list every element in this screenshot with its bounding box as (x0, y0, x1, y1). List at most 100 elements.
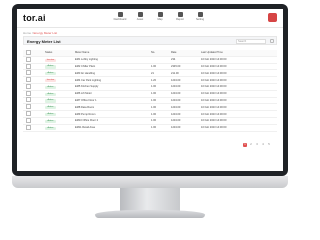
rate-cell: 1234.00 (171, 92, 181, 96)
page-button[interactable]: 1 (243, 143, 247, 147)
row-select-cell[interactable] (23, 63, 45, 70)
search-input[interactable]: Search (236, 38, 266, 44)
nav-item-asset[interactable]: Asset (133, 12, 147, 21)
table-row[interactable]: Active EM7 Office Floor 1 1.00 1234.00 10 Fe… (23, 97, 277, 105)
table-row[interactable]: Active EM9 Pump Room 1.00 1234.00 10 Feb 202… (23, 111, 277, 118)
status-cell: Active (45, 92, 75, 96)
rate-cell: 1234.00 (171, 78, 181, 82)
row-select-cell[interactable] (23, 77, 45, 83)
page-button[interactable]: 4 (261, 143, 265, 147)
table-row[interactable]: Active EM5 Kitchen Supply 1.00 1234.00 10 Fe… (23, 83, 277, 91)
table-row[interactable]: Active EM8 Data Room 1.00 1234.00 10 Feb 202… (23, 104, 277, 112)
row-checkbox[interactable] (26, 70, 31, 76)
rate-cell: 211.00 (171, 71, 179, 75)
row-select-cell[interactable] (23, 56, 45, 63)
rate-cell: 1234.00 (171, 98, 181, 102)
breadcrumb-home[interactable]: Home (23, 31, 31, 35)
nav-label: Asset (136, 18, 144, 21)
row-checkbox[interactable] (26, 117, 31, 123)
status-cell: Active (45, 119, 75, 123)
row-checkbox[interactable] (26, 83, 31, 89)
number-cell: 1.00 (151, 119, 157, 123)
meter-name-cell: EM1 Lobby Lighting (75, 58, 98, 62)
meter-name-cell: EM2 Chiller Plant (75, 64, 96, 68)
nav-item-map[interactable]: Map (153, 12, 167, 21)
page-button[interactable]: 2 (249, 143, 253, 147)
row-checkbox[interactable] (26, 104, 31, 110)
app-logo: tor.ai (23, 13, 46, 23)
rate-cell: 1234.00 (171, 105, 181, 109)
row-select-cell[interactable] (23, 83, 45, 90)
meter-name-cell: EM9 Pump Room (75, 112, 96, 116)
updated-time-cell: 10 Feb 2023 14:00:00 (201, 92, 227, 96)
status-cell: Active (45, 85, 75, 89)
breadcrumb: Home / Energy Meter List (23, 31, 58, 35)
status-badge: Active (45, 65, 56, 69)
rate-cell: 1234.00 (171, 112, 181, 116)
nav-item-report[interactable]: Report (173, 12, 187, 21)
table-row[interactable]: Active EM3 Air Handling 21 211.00 10 Feb 202… (23, 70, 277, 78)
row-select-cell[interactable] (23, 70, 45, 76)
meter-name-cell: EM7 Office Floor 1 (75, 98, 97, 102)
status-badge: Active (45, 72, 56, 76)
select-all-checkbox[interactable] (26, 49, 31, 55)
meter-name-cell: EM3 Air Handling (75, 71, 96, 75)
number-cell: 1.00 (151, 92, 157, 96)
table-row[interactable]: Active EM11 Retail Area 1.00 1234.00 10 Feb … (23, 124, 277, 132)
pagination: 12345 (243, 143, 271, 147)
filter-icon[interactable] (270, 39, 274, 43)
row-checkbox[interactable] (26, 124, 31, 130)
table-body: Inactive EM1 Lobby Lighting 234 10 Feb 2023… (23, 56, 277, 132)
number-cell: 1.00 (151, 126, 157, 130)
meter-name-cell: EM8 Data Room (75, 105, 95, 109)
updated-time-cell: 10 Feb 2023 14:00:00 (201, 78, 227, 82)
app-screen: tor.ai Dashboard Asset Map Report Setting Ho… (17, 9, 283, 171)
row-checkbox[interactable] (26, 111, 31, 117)
table-row[interactable]: Active EM6 Lift Motor 1.00 1234.00 10 Feb 20… (23, 90, 277, 98)
column-header: Meter Name (75, 51, 90, 55)
number-cell: 21 (151, 71, 154, 75)
gear-icon (197, 12, 203, 17)
row-select-cell[interactable] (23, 124, 45, 131)
row-checkbox[interactable] (26, 56, 31, 62)
rate-cell: 1234.00 (171, 85, 181, 89)
row-checkbox[interactable] (26, 90, 31, 96)
status-cell: Inactive (45, 58, 75, 62)
updated-time-cell: 10 Feb 2023 14:00:00 (201, 119, 227, 123)
row-select-cell[interactable] (23, 97, 45, 103)
updated-time-cell: 10 Feb 2023 14:00:00 (201, 126, 227, 130)
row-select-cell[interactable] (23, 111, 45, 117)
number-cell: 1.00 (151, 105, 157, 109)
row-select-cell[interactable] (23, 104, 45, 110)
page-button[interactable]: 3 (255, 143, 259, 147)
row-checkbox[interactable] (26, 63, 31, 69)
page-button[interactable]: 5 (267, 143, 271, 147)
rate-cell: 1234.00 (171, 126, 181, 130)
status-badge: Inactive (45, 58, 56, 62)
rate-cell: 2345.00 (171, 64, 181, 68)
status-cell: Active (45, 98, 75, 103)
column-header: Rate (171, 51, 177, 55)
updated-time-cell: 10 Feb 2023 14:00:00 (201, 98, 227, 102)
row-checkbox[interactable] (26, 97, 31, 103)
monitor-stand-foot (95, 210, 205, 218)
number-cell: 1.00 (151, 85, 157, 89)
row-select-cell[interactable] (23, 117, 45, 124)
meter-name-cell: EM11 Retail Area (75, 126, 95, 130)
column-header[interactable] (23, 49, 45, 56)
table-row[interactable]: Inactive EM4 Car Park Lighting 1.20 1234.00… (23, 77, 277, 84)
nav-item-setting[interactable]: Setting (193, 12, 207, 21)
table-row[interactable]: Active EM10 Office Floor 2 1.00 1234.00 10 F… (23, 117, 277, 125)
row-checkbox[interactable] (26, 77, 31, 83)
top-nav: Dashboard Asset Map Report Setting (113, 12, 207, 21)
status-badge: Active (45, 119, 56, 123)
user-menu-button[interactable] (268, 13, 277, 22)
nav-item-dashboard[interactable]: Dashboard (113, 12, 127, 21)
status-cell: Active (45, 64, 75, 69)
table-row[interactable]: Inactive EM1 Lobby Lighting 234 10 Feb 2023… (23, 56, 277, 64)
status-cell: Inactive (45, 78, 75, 83)
status-cell: Active (45, 112, 75, 117)
table-row[interactable]: Active EM2 Chiller Plant 1.00 2345.00 10 Feb… (23, 63, 277, 71)
nav-label: Setting (195, 18, 205, 21)
row-select-cell[interactable] (23, 90, 45, 97)
